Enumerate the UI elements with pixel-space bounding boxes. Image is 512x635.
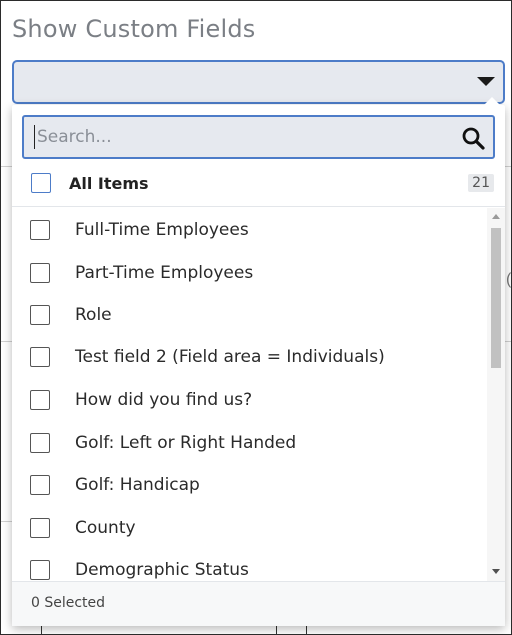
list-item[interactable]: Golf: Left or Right Handed bbox=[12, 424, 482, 466]
search-box[interactable] bbox=[22, 115, 495, 159]
item-checkbox[interactable] bbox=[30, 390, 50, 410]
list-item[interactable]: Role bbox=[12, 296, 482, 338]
item-label: Golf: Left or Right Handed bbox=[75, 433, 297, 453]
background-partial-icon: ( bbox=[506, 271, 512, 288]
background-divider bbox=[1, 521, 12, 522]
item-checkbox[interactable] bbox=[30, 305, 50, 325]
scroll-down-arrow-icon[interactable] bbox=[492, 569, 500, 574]
selected-count-status: 0 Selected bbox=[31, 595, 106, 611]
all-items-label: All Items bbox=[69, 174, 149, 193]
list-item[interactable]: Full-Time Employees bbox=[12, 211, 482, 253]
item-checkbox[interactable] bbox=[30, 220, 50, 240]
list-item[interactable]: How did you find us? bbox=[12, 381, 482, 423]
custom-fields-list: Full-Time Employees Part-Time Employees … bbox=[12, 208, 505, 581]
list-item[interactable]: Part-Time Employees bbox=[12, 254, 482, 296]
all-items-row[interactable]: All Items 21 bbox=[12, 165, 505, 207]
background-column-divider bbox=[41, 626, 42, 634]
item-label: Test field 2 (Field area = Individuals) bbox=[75, 347, 385, 367]
item-checkbox[interactable] bbox=[30, 433, 50, 453]
item-label: Full-Time Employees bbox=[75, 220, 249, 240]
item-label: Role bbox=[75, 305, 112, 325]
custom-fields-select[interactable] bbox=[12, 60, 505, 104]
search-input[interactable] bbox=[34, 125, 444, 149]
item-checkbox[interactable] bbox=[30, 560, 50, 580]
item-checkbox[interactable] bbox=[30, 263, 50, 283]
custom-fields-panel: ( Show Custom Fields All Items 21 Full-T… bbox=[0, 0, 512, 635]
list-item[interactable]: Demographic Status bbox=[12, 551, 482, 581]
item-checkbox[interactable] bbox=[30, 347, 50, 367]
list-item[interactable]: County bbox=[12, 509, 482, 551]
search-icon[interactable] bbox=[461, 126, 485, 150]
scrollbar-thumb[interactable] bbox=[491, 228, 501, 368]
background-column-divider bbox=[276, 626, 277, 634]
all-items-checkbox[interactable] bbox=[31, 173, 51, 193]
list-item[interactable]: Golf: Handicap bbox=[12, 466, 482, 508]
background-divider bbox=[505, 341, 511, 342]
item-label: Golf: Handicap bbox=[75, 475, 200, 495]
page-title: Show Custom Fields bbox=[12, 15, 256, 43]
background-column-divider bbox=[306, 626, 307, 634]
item-checkbox[interactable] bbox=[30, 518, 50, 538]
list-scrollbar[interactable] bbox=[487, 208, 505, 581]
list-item[interactable]: Test field 2 (Field area = Individuals) bbox=[12, 338, 482, 380]
item-label: How did you find us? bbox=[75, 390, 253, 410]
scroll-up-arrow-icon[interactable] bbox=[492, 214, 500, 219]
background-divider bbox=[1, 166, 12, 167]
item-label: County bbox=[75, 518, 136, 538]
item-checkbox[interactable] bbox=[30, 475, 50, 495]
background-divider bbox=[505, 166, 511, 167]
item-label: Demographic Status bbox=[75, 560, 249, 580]
item-label: Part-Time Employees bbox=[75, 263, 254, 283]
custom-fields-dropdown: All Items 21 Full-Time Employees Part-Ti… bbox=[12, 97, 505, 626]
caret-down-icon[interactable] bbox=[477, 77, 495, 86]
all-items-count-badge: 21 bbox=[468, 174, 494, 192]
dropdown-footer: 0 Selected bbox=[12, 581, 505, 626]
background-divider bbox=[1, 341, 12, 342]
